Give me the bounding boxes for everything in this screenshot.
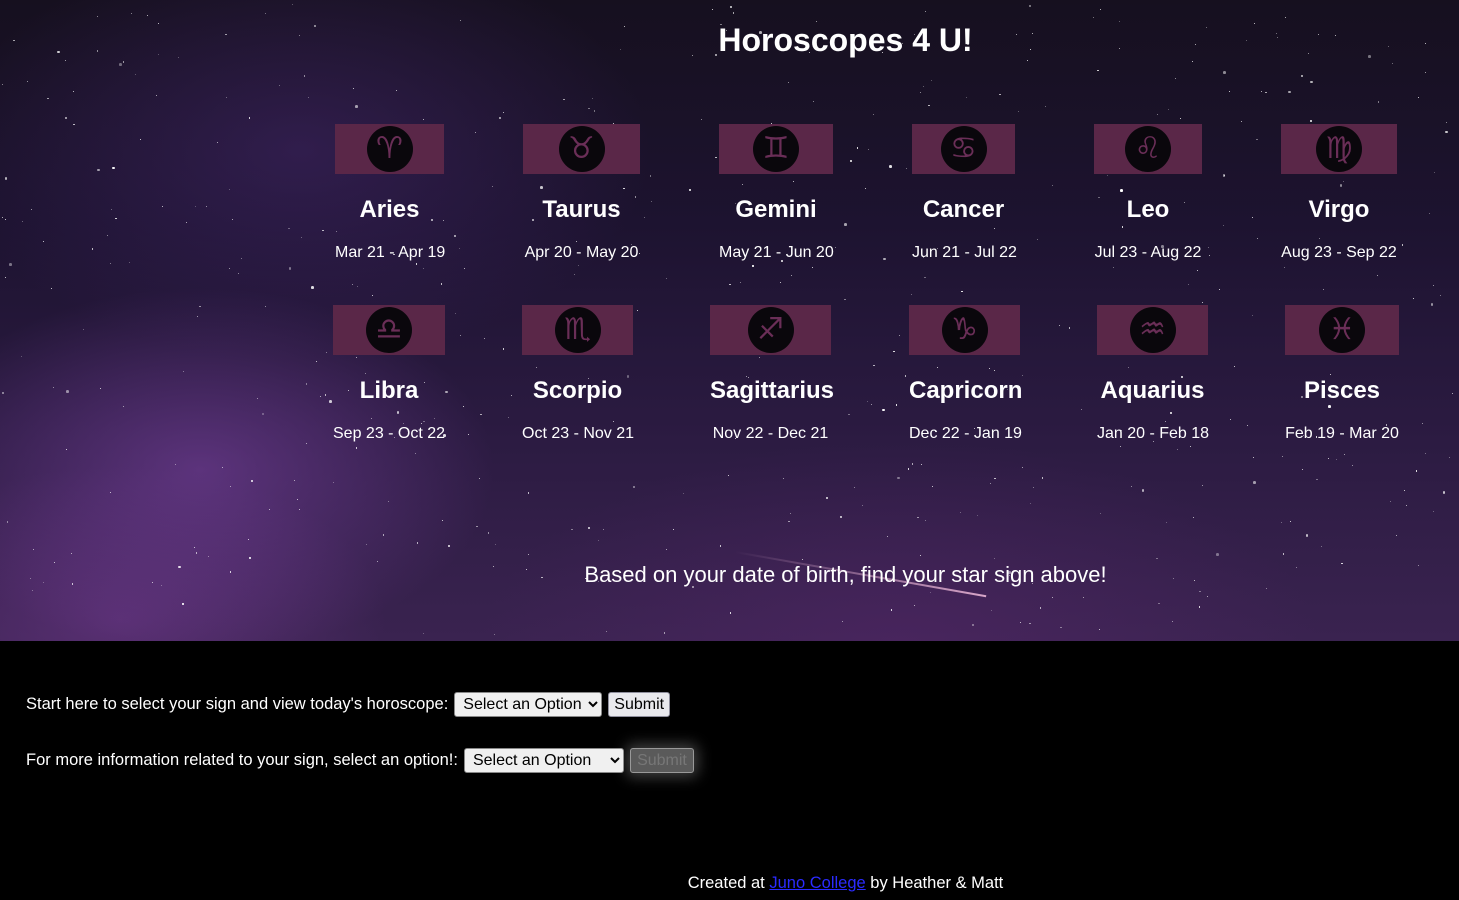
- info-select[interactable]: Select an Option: [463, 748, 624, 773]
- sign-card-gemini[interactable]: ♊ Gemini May 21 - Jun 20: [719, 124, 834, 262]
- sign-band: ♉: [523, 124, 640, 174]
- sign-dates: Mar 21 - Apr 19: [335, 244, 446, 261]
- sign-card-scorpio[interactable]: ♏ Scorpio Oct 23 - Nov 21: [522, 305, 635, 443]
- sign-card-aries[interactable]: ♈ Aries Mar 21 - Apr 19: [335, 124, 446, 262]
- sign-band: ♎: [333, 305, 445, 355]
- sign-name: Virgo: [1308, 196, 1370, 223]
- sign-band: ♊: [719, 124, 833, 174]
- sign-name: Leo: [1126, 196, 1170, 223]
- sign-dates: Jul 23 - Aug 22: [1094, 244, 1202, 261]
- info-submit-button[interactable]: Submit: [629, 748, 694, 773]
- sign-name: Aquarius: [1100, 377, 1205, 404]
- sign-card-aquarius[interactable]: ♒ Aquarius Jan 20 - Feb 18: [1097, 305, 1210, 443]
- cancer-icon: ♋: [940, 126, 987, 172]
- gemini-icon: ♊: [753, 126, 799, 172]
- sign-card-libra[interactable]: ♎ Libra Sep 23 - Oct 22: [333, 305, 445, 443]
- aquarius-icon: ♒: [1129, 307, 1176, 353]
- page-title: Horoscopes 4 U!: [718, 22, 973, 58]
- sign-dates: Feb 19 - Mar 20: [1285, 425, 1399, 442]
- taurus-icon: ♉: [558, 126, 605, 172]
- sign-card-cancer[interactable]: ♋ Cancer Jun 21 - Jul 22: [912, 124, 1017, 262]
- footer-suffix: by Heather & Matt: [870, 874, 1004, 892]
- sign-dates: Aug 23 - Sep 22: [1281, 244, 1397, 261]
- capricorn-icon: ♑: [941, 307, 988, 353]
- horoscope-submit-button[interactable]: Submit: [608, 692, 671, 717]
- hero-tagline: Based on your date of birth, find your s…: [584, 562, 1107, 587]
- sign-dates: Dec 22 - Jan 19: [909, 425, 1022, 442]
- sign-dates: Apr 20 - May 20: [524, 244, 639, 261]
- sign-band: ♐: [710, 305, 831, 355]
- sign-name: Sagittarius: [710, 377, 835, 404]
- sign-select[interactable]: Select an Option: [454, 692, 603, 717]
- sign-dates: Oct 23 - Nov 21: [522, 425, 635, 442]
- sign-name: Taurus: [542, 196, 621, 223]
- sign-dates: May 21 - Jun 20: [719, 244, 834, 261]
- sign-card-taurus[interactable]: ♉ Taurus Apr 20 - May 20: [523, 124, 640, 262]
- sign-band: ♒: [1097, 305, 1208, 355]
- sagittarius-icon: ♐: [747, 307, 794, 353]
- info-label: For more information related to your sig…: [26, 751, 458, 769]
- info-form: For more information related to your sig…: [26, 748, 694, 773]
- horoscope-form: Start here to select your sign and view …: [26, 692, 671, 717]
- sign-name: Libra: [359, 377, 419, 404]
- sign-dates: Sep 23 - Oct 22: [333, 425, 446, 442]
- sign-band: ♏: [522, 305, 633, 355]
- leo-icon: ♌: [1125, 126, 1171, 172]
- sign-card-pisces[interactable]: ♓ Pisces Feb 19 - Mar 20: [1285, 305, 1399, 443]
- sign-card-virgo[interactable]: ♍ Virgo Aug 23 - Sep 22: [1281, 124, 1397, 262]
- sign-dates: Nov 22 - Dec 21: [712, 425, 829, 442]
- sign-card-sagittarius[interactable]: ♐ Sagittarius Nov 22 - Dec 21: [710, 305, 835, 443]
- juno-college-link[interactable]: Juno College: [769, 874, 865, 892]
- sign-name: Scorpio: [532, 377, 623, 404]
- footer-prefix: Created at: [687, 874, 765, 892]
- aries-icon: ♈: [366, 126, 413, 172]
- sign-band: ♑: [909, 305, 1020, 355]
- sign-name: Aries: [359, 196, 420, 223]
- virgo-icon: ♍: [1316, 126, 1362, 172]
- horoscope-label: Start here to select your sign and view …: [26, 695, 449, 713]
- sign-dates: Jan 20 - Feb 18: [1097, 425, 1210, 442]
- sign-name: Cancer: [922, 196, 1005, 223]
- sign-card-capricorn[interactable]: ♑ Capricorn Dec 22 - Jan 19: [909, 305, 1023, 443]
- pisces-icon: ♓: [1319, 307, 1365, 353]
- sign-band: ♓: [1285, 305, 1399, 355]
- libra-icon: ♎: [366, 307, 412, 353]
- hero-section: Horoscopes 4 U! ♈ Aries Mar 21 - Apr 19 ♉ Ta…: [0, 0, 1459, 641]
- sign-dates: Jun 21 - Jul 22: [912, 244, 1017, 261]
- footer: Created at Juno College by Heather & Mat…: [232, 874, 1459, 893]
- sign-band: ♋: [912, 124, 1015, 174]
- sign-band: ♈: [335, 124, 444, 174]
- sign-band: ♌: [1094, 124, 1202, 174]
- sign-band: ♍: [1281, 124, 1397, 174]
- sign-name: Capricorn: [909, 377, 1023, 404]
- scorpio-icon: ♏: [554, 307, 601, 353]
- sign-name: Gemini: [735, 196, 817, 223]
- sign-name: Pisces: [1303, 377, 1381, 404]
- sign-card-leo[interactable]: ♌ Leo Jul 23 - Aug 22: [1094, 124, 1202, 262]
